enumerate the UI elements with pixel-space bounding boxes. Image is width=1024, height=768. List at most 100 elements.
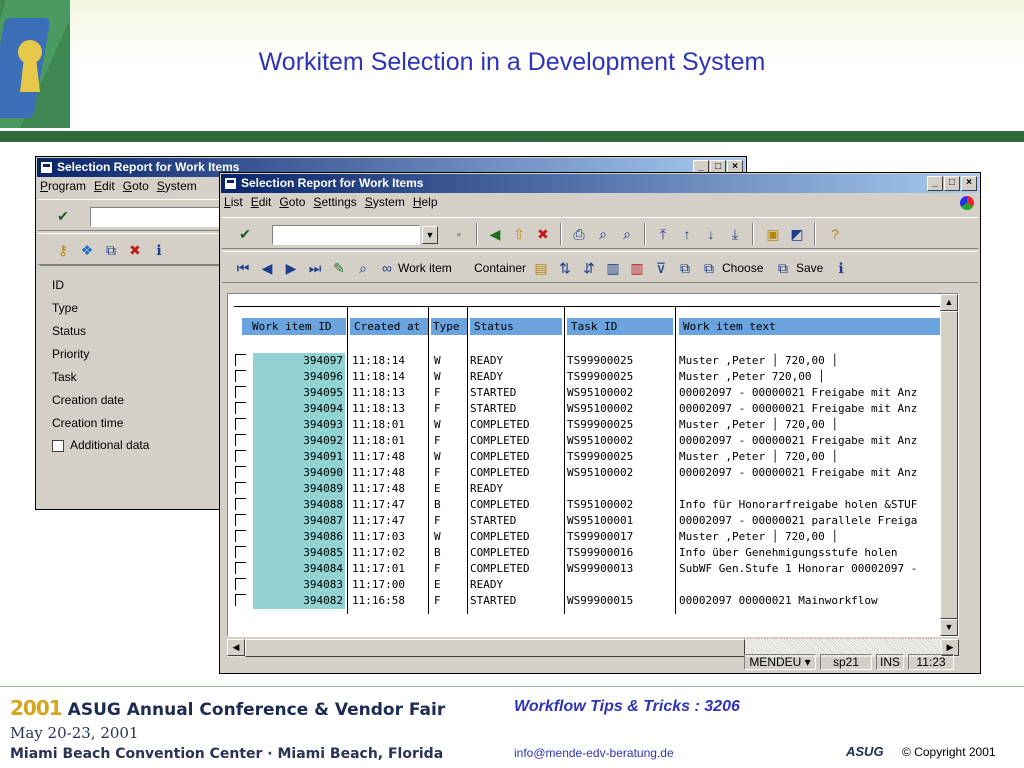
table-row[interactable]: 394090 11:17:48 F COMPLETED WS95100002 000020… — [234, 465, 952, 481]
vertical-scrollbar[interactable]: ▲ ▼ — [940, 294, 958, 636]
delete-icon[interactable]: ✖ — [126, 241, 144, 259]
table-row[interactable]: 394083 11:17:00 E READY — [234, 577, 952, 593]
col-header-status[interactable]: Status — [470, 318, 562, 335]
command-dropdown-button[interactable]: ▼ — [422, 226, 438, 244]
cancel-icon[interactable]: ✖ — [534, 225, 552, 243]
copy-icon[interactable]: ⧉ — [102, 241, 120, 259]
help-icon[interactable]: ? — [826, 225, 844, 243]
save-button[interactable]: Save — [796, 261, 823, 275]
sap-status-icon[interactable] — [960, 196, 974, 210]
table-row[interactable]: 394085 11:17:02 B COMPLETED TS99900016 Info ü… — [234, 545, 952, 561]
row-select-checkbox[interactable] — [235, 594, 246, 606]
menu-program[interactable]: Program — [40, 179, 86, 197]
choose-icon[interactable]: ⧉ — [700, 259, 718, 277]
deselect-all-icon[interactable]: ▥ — [628, 259, 646, 277]
col-header-work-item-id[interactable]: Work item ID — [242, 318, 346, 335]
work-item-button[interactable]: Work item — [398, 261, 452, 275]
sort-icon[interactable]: ⇅ — [556, 259, 574, 277]
choose-button[interactable]: Choose — [722, 261, 763, 275]
row-select-checkbox[interactable] — [235, 482, 246, 494]
table-row[interactable]: 394086 11:17:03 W COMPLETED TS99900017 Muster… — [234, 529, 952, 545]
row-select-checkbox[interactable] — [235, 498, 246, 510]
menu-system[interactable]: System — [157, 179, 197, 197]
col-header-work-item-text[interactable]: Work item text — [679, 318, 952, 335]
row-select-checkbox[interactable] — [235, 386, 246, 398]
table-row[interactable]: 394082 11:16:58 F STARTED WS99900015 00002097… — [234, 593, 952, 609]
new-session-icon[interactable]: ▣ — [764, 225, 782, 243]
table-row[interactable]: 394095 11:18:13 F STARTED WS95100002 00002097… — [234, 385, 952, 401]
table-row[interactable]: 394096 11:18:14 W READY TS99900025 Muster ,Pe… — [234, 369, 952, 385]
find-icon[interactable]: ⌕ — [594, 225, 612, 243]
scroll-up-button[interactable]: ▲ — [940, 294, 958, 311]
table-row[interactable]: 394094 11:18:13 F STARTED WS95100002 00002097… — [234, 401, 952, 417]
menu-edit[interactable]: Edit — [251, 195, 272, 213]
status-user-dropdown[interactable]: MENDEU ▾ — [744, 654, 816, 670]
scroll-thumb[interactable] — [940, 311, 958, 619]
last-page-icon[interactable]: ⤓ — [726, 225, 744, 243]
col-header-task-id[interactable]: Task ID — [567, 318, 673, 335]
menu-edit[interactable]: Edit — [94, 179, 115, 197]
menu-system[interactable]: System — [365, 195, 405, 213]
back-icon[interactable]: ◀ — [486, 225, 504, 243]
save-icon[interactable]: ▪ — [450, 225, 468, 243]
execute-icon[interactable]: ⚷ — [54, 241, 72, 259]
last-item-icon[interactable]: ⏭ — [306, 259, 324, 277]
row-select-checkbox[interactable] — [235, 370, 246, 382]
glasses-icon[interactable]: ∞ — [378, 259, 396, 277]
previous-page-icon[interactable]: ↑ — [678, 225, 696, 243]
search-icon[interactable]: ⌕ — [354, 259, 372, 277]
container-button[interactable]: Container — [474, 261, 526, 275]
col-header-type[interactable]: Type — [431, 318, 467, 335]
minimize-button[interactable]: _ — [927, 176, 943, 191]
next-page-icon[interactable]: ↓ — [702, 225, 720, 243]
table-row[interactable]: 394087 11:17:47 F STARTED WS95100001 00002097… — [234, 513, 952, 529]
col-header-created-at[interactable]: Created at — [350, 318, 428, 335]
menu-list[interactable]: List — [224, 195, 243, 213]
exit-icon[interactable]: ⇧ — [510, 225, 528, 243]
status-mode[interactable]: INS — [876, 654, 904, 670]
row-select-checkbox[interactable] — [235, 466, 246, 478]
first-item-icon[interactable]: ⏮ — [234, 259, 252, 277]
front-window-titlebar[interactable]: Selection Report for Work Items _ □ × — [221, 174, 979, 193]
table-row[interactable]: 394092 11:18:01 F COMPLETED WS95100002 000020… — [234, 433, 952, 449]
enter-icon[interactable]: ✔ — [236, 225, 254, 243]
row-select-checkbox[interactable] — [235, 418, 246, 430]
row-select-checkbox[interactable] — [235, 450, 246, 462]
table-row[interactable]: 394088 11:17:47 B COMPLETED TS95100002 Info f… — [234, 497, 952, 513]
table-row[interactable]: 394093 11:18:01 W COMPLETED TS99900025 Muster… — [234, 417, 952, 433]
row-select-checkbox[interactable] — [235, 578, 246, 590]
shortcut-icon[interactable]: ◩ — [788, 225, 806, 243]
select-all-icon[interactable]: ▥ — [604, 259, 622, 277]
previous-item-icon[interactable]: ◀ — [258, 259, 276, 277]
menu-help[interactable]: Help — [413, 195, 438, 213]
copy-icon[interactable]: ⧉ — [676, 259, 694, 277]
work-item-list[interactable]: Work item ID Created at Type Status Task… — [227, 293, 959, 637]
row-select-checkbox[interactable] — [235, 546, 246, 558]
menu-goto[interactable]: Goto — [279, 195, 305, 213]
command-field[interactable] — [90, 207, 230, 227]
menu-settings[interactable]: Settings — [313, 195, 356, 213]
find-next-icon[interactable]: ⌕ — [618, 225, 636, 243]
row-select-checkbox[interactable] — [235, 354, 246, 366]
info-icon[interactable]: ℹ — [832, 259, 850, 277]
row-select-checkbox[interactable] — [235, 402, 246, 414]
contact-email[interactable]: info@mende-edv-beratung.de — [514, 746, 674, 760]
info-icon[interactable]: ℹ — [150, 241, 168, 259]
next-item-icon[interactable]: ▶ — [282, 259, 300, 277]
additional-data-checkbox[interactable] — [52, 440, 64, 452]
menu-goto[interactable]: Goto — [123, 179, 149, 197]
table-row[interactable]: 394084 11:17:01 F COMPLETED WS99900013 SubWF … — [234, 561, 952, 577]
scroll-down-button[interactable]: ▼ — [940, 619, 958, 636]
command-field[interactable] — [272, 225, 420, 245]
details-icon[interactable]: ▤ — [532, 259, 550, 277]
filter-icon[interactable]: ⊽ — [652, 259, 670, 277]
table-row[interactable]: 394091 11:17:48 W COMPLETED TS99900025 Muster… — [234, 449, 952, 465]
row-select-checkbox[interactable] — [235, 530, 246, 542]
first-page-icon[interactable]: ⤒ — [654, 225, 672, 243]
edit-icon[interactable]: ✎ — [330, 259, 348, 277]
print-icon[interactable]: ⎙ — [570, 225, 588, 243]
save-list-icon[interactable]: ⧉ — [774, 259, 792, 277]
variant-icon[interactable]: ❖ — [78, 241, 96, 259]
row-select-checkbox[interactable] — [235, 434, 246, 446]
maximize-button[interactable]: □ — [944, 176, 960, 191]
